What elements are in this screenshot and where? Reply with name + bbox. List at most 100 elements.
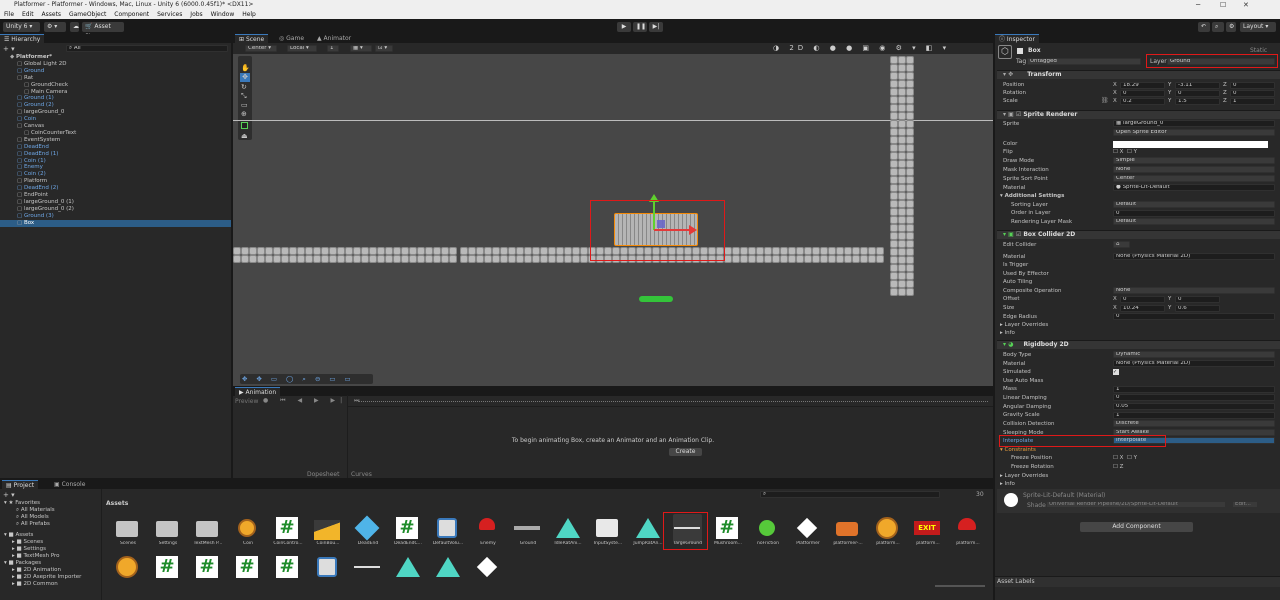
static-toggle[interactable]: Static <box>1250 47 1267 54</box>
asset-unity-icon[interactable] <box>793 514 822 543</box>
sorting-layer-dropdown[interactable]: Default <box>1113 201 1275 208</box>
ground-tile[interactable] <box>484 247 492 255</box>
ground-tile[interactable] <box>906 208 914 216</box>
ground-tile[interactable] <box>890 64 898 72</box>
body-type-dropdown[interactable]: Dynamic <box>1113 351 1275 358</box>
ground-tile[interactable] <box>764 255 772 263</box>
tab-hierarchy[interactable]: ☰ Hierarchy <box>0 34 45 43</box>
ground-tile[interactable] <box>890 168 898 176</box>
ground-tile[interactable] <box>898 280 906 288</box>
transform-header[interactable]: ▾ ✥ Transform <box>997 70 1280 79</box>
ground-tile[interactable] <box>409 247 417 255</box>
ground-tile[interactable] <box>417 255 425 263</box>
ground-tile[interactable] <box>241 247 249 255</box>
vector-field[interactable]: 0 <box>1120 296 1165 303</box>
ground-tile[interactable] <box>898 136 906 144</box>
ground-tile[interactable] <box>297 247 305 255</box>
ground-tile[interactable] <box>321 247 329 255</box>
menu-component[interactable]: Component <box>114 11 149 18</box>
ground-tile[interactable] <box>898 128 906 136</box>
ground-tile[interactable] <box>516 255 524 263</box>
asset-ball-icon[interactable] <box>753 514 782 543</box>
ground-tile[interactable] <box>890 232 898 240</box>
step-icon[interactable]: ▶| <box>649 22 663 32</box>
history-icon[interactable]: ↶ <box>1198 22 1210 32</box>
ground-tile[interactable] <box>898 88 906 96</box>
menu-jobs[interactable]: Jobs <box>190 11 202 18</box>
account-button[interactable]: Unity 6 ▾ <box>3 22 40 32</box>
vector-field[interactable]: 10.24 <box>1120 305 1165 312</box>
ground-tile[interactable] <box>313 247 321 255</box>
ground-tile[interactable] <box>898 184 906 192</box>
ground-tile[interactable] <box>788 255 796 263</box>
ground-tile[interactable] <box>329 255 337 263</box>
ground-tile[interactable] <box>732 255 740 263</box>
ground-tile[interactable] <box>540 247 548 255</box>
ground-tile[interactable] <box>906 160 914 168</box>
edit-collider-button[interactable]: ⌂ <box>1113 241 1130 248</box>
vector-field[interactable]: 18.29 <box>1120 82 1165 89</box>
ground-tile[interactable] <box>876 255 884 263</box>
vector-field[interactable]: 0.2 <box>1120 98 1165 105</box>
menu-gameobject[interactable]: GameObject <box>69 11 106 18</box>
ground-tile[interactable] <box>233 247 241 255</box>
ground-tile[interactable] <box>548 247 556 255</box>
ground-tile[interactable] <box>804 247 812 255</box>
additional-settings-foldout[interactable]: ▾ Additional Settings <box>1000 192 1064 200</box>
ground-tile[interactable] <box>860 247 868 255</box>
ground-tile[interactable] <box>532 247 540 255</box>
ground-tile[interactable] <box>313 255 321 263</box>
ground-tile[interactable] <box>898 72 906 80</box>
ground-tile[interactable] <box>257 247 265 255</box>
ground-tile[interactable] <box>441 255 449 263</box>
asset-anim-icon[interactable] <box>633 514 662 543</box>
ground-tile[interactable] <box>890 264 898 272</box>
flip-xy[interactable]: ☐ X ☐ Y <box>1113 148 1137 156</box>
ground-tile[interactable] <box>890 248 898 256</box>
color-swatch[interactable] <box>1113 141 1268 148</box>
ground-tile[interactable] <box>281 255 289 263</box>
ground-tile[interactable] <box>580 255 588 263</box>
ground-tile[interactable] <box>740 247 748 255</box>
ground-tile[interactable] <box>772 247 780 255</box>
ground-tile[interactable] <box>898 224 906 232</box>
ground-tile[interactable] <box>906 96 914 104</box>
ground-tile[interactable] <box>844 247 852 255</box>
ground-tile[interactable] <box>401 255 409 263</box>
angular-damping-field[interactable]: 0.05 <box>1113 403 1275 410</box>
ground-tile[interactable] <box>476 255 484 263</box>
ground-tile[interactable] <box>906 280 914 288</box>
sprite-renderer-header[interactable]: ▾ ▣ ☑ Sprite Renderer <box>997 110 1280 119</box>
ground-tile[interactable] <box>876 247 884 255</box>
ground-tile[interactable] <box>898 160 906 168</box>
asset-largeground-icon[interactable] <box>353 553 382 582</box>
ground-tile[interactable] <box>906 88 914 96</box>
rb-material-field[interactable]: None (Physics Material 2D) <box>1113 360 1275 367</box>
ground-tile[interactable] <box>433 255 441 263</box>
active-checkbox[interactable] <box>1017 48 1023 54</box>
ground-tile[interactable] <box>906 64 914 72</box>
vector-field[interactable]: 1 <box>1230 98 1275 105</box>
ground-tile[interactable] <box>906 216 914 224</box>
ground-tile[interactable] <box>780 247 788 255</box>
ground-tile[interactable] <box>540 255 548 263</box>
ground-tile[interactable] <box>906 112 914 120</box>
tab-inspector[interactable]: ⓘ Inspector <box>995 34 1039 43</box>
tab-curves[interactable]: Curves <box>351 471 372 478</box>
rb-layer-overrides-foldout[interactable]: ▸ Layer Overrides <box>1000 472 1048 480</box>
ground-tile[interactable] <box>524 247 532 255</box>
ground-tile[interactable] <box>906 184 914 192</box>
info-foldout[interactable]: ▸ Info <box>1000 329 1015 337</box>
collision-dropdown[interactable]: Discrete <box>1113 420 1275 427</box>
ground-tile[interactable] <box>393 247 401 255</box>
ground-tile[interactable] <box>249 255 257 263</box>
ground-tile[interactable] <box>898 288 906 296</box>
ground-tile[interactable] <box>385 255 393 263</box>
shader-dropdown[interactable]: Universal Render Pipeline/2D/Sprite-Lit-… <box>1046 501 1226 508</box>
ground-tile[interactable] <box>468 247 476 255</box>
ground-tile[interactable] <box>329 247 337 255</box>
ground-tile[interactable] <box>265 255 273 263</box>
asset-coinbounce-icon[interactable] <box>313 514 342 543</box>
ground-tile[interactable] <box>890 120 898 128</box>
asset-folder-icon[interactable] <box>153 514 182 543</box>
